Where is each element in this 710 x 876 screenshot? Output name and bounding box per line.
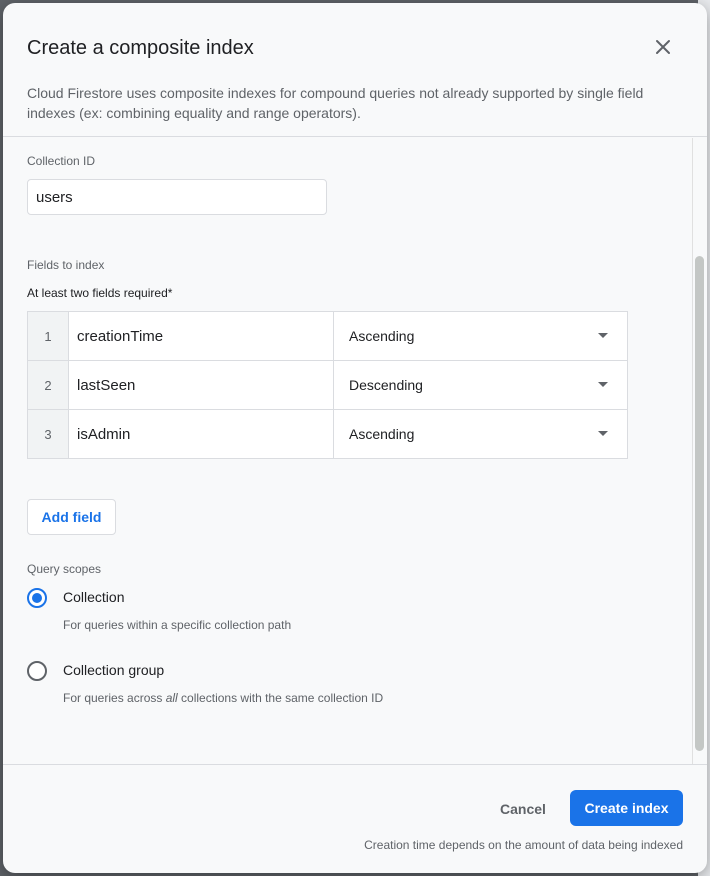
close-button[interactable]: [649, 33, 677, 61]
create-index-button[interactable]: Create index: [570, 790, 683, 826]
order-value: Ascending: [349, 426, 415, 442]
dialog-footer: Cancel Create index Creation time depend…: [3, 764, 707, 873]
row-number: 2: [28, 361, 69, 409]
create-index-dialog: Create a composite index Cloud Firestore…: [3, 3, 707, 873]
table-row: 1 creationTime Ascending: [28, 312, 627, 361]
radio-collection-group[interactable]: [27, 661, 47, 681]
fields-to-index-label: Fields to index: [27, 258, 105, 272]
dialog-description: Cloud Firestore uses composite indexes f…: [27, 85, 644, 121]
radio-collection-label[interactable]: Collection: [63, 588, 124, 606]
field-path-input[interactable]: lastSeen: [77, 361, 327, 409]
radio-collection-description: For queries within a specific collection…: [63, 618, 292, 632]
field-path-input[interactable]: creationTime: [77, 312, 327, 360]
cancel-button[interactable]: Cancel: [487, 791, 559, 827]
caret-down-icon: [598, 382, 608, 387]
emphasis-text: all: [165, 691, 178, 705]
caret-down-icon: [598, 333, 608, 338]
order-select[interactable]: Descending: [333, 361, 628, 409]
order-select[interactable]: Ascending: [333, 312, 628, 360]
dialog-body: Collection ID Fields to index At least t…: [3, 138, 707, 764]
order-value: Descending: [349, 377, 423, 393]
query-scopes-label: Query scopes: [27, 562, 102, 576]
row-number: 3: [28, 410, 69, 458]
scrollbar-thumb[interactable]: [695, 256, 704, 751]
order-select[interactable]: Ascending: [333, 410, 628, 458]
radio-collection[interactable]: [27, 588, 47, 608]
footer-note: Creation time depends on the amount of d…: [364, 838, 683, 852]
close-icon: [656, 40, 670, 54]
radio-collection-group-label[interactable]: Collection group: [63, 661, 164, 679]
add-field-button[interactable]: Add field: [27, 499, 116, 535]
field-path-input[interactable]: isAdmin: [77, 410, 327, 458]
required-note: At least two fields required*: [27, 286, 173, 300]
caret-down-icon: [598, 431, 608, 436]
table-row: 3 isAdmin Ascending: [28, 410, 627, 458]
fields-table: 1 creationTime Ascending 2 lastSeen Desc…: [27, 311, 628, 459]
collection-id-label: Collection ID: [27, 154, 96, 168]
collection-id-input[interactable]: [27, 179, 327, 215]
radio-collection-group-description: For queries across all collections with …: [63, 691, 384, 705]
table-row: 2 lastSeen Descending: [28, 361, 627, 410]
row-number: 1: [28, 312, 69, 360]
dialog-title: Create a composite index: [27, 37, 254, 59]
scrollbar-track: [692, 138, 693, 764]
dialog-header: Create a composite index Cloud Firestore…: [3, 3, 707, 137]
order-value: Ascending: [349, 328, 415, 344]
